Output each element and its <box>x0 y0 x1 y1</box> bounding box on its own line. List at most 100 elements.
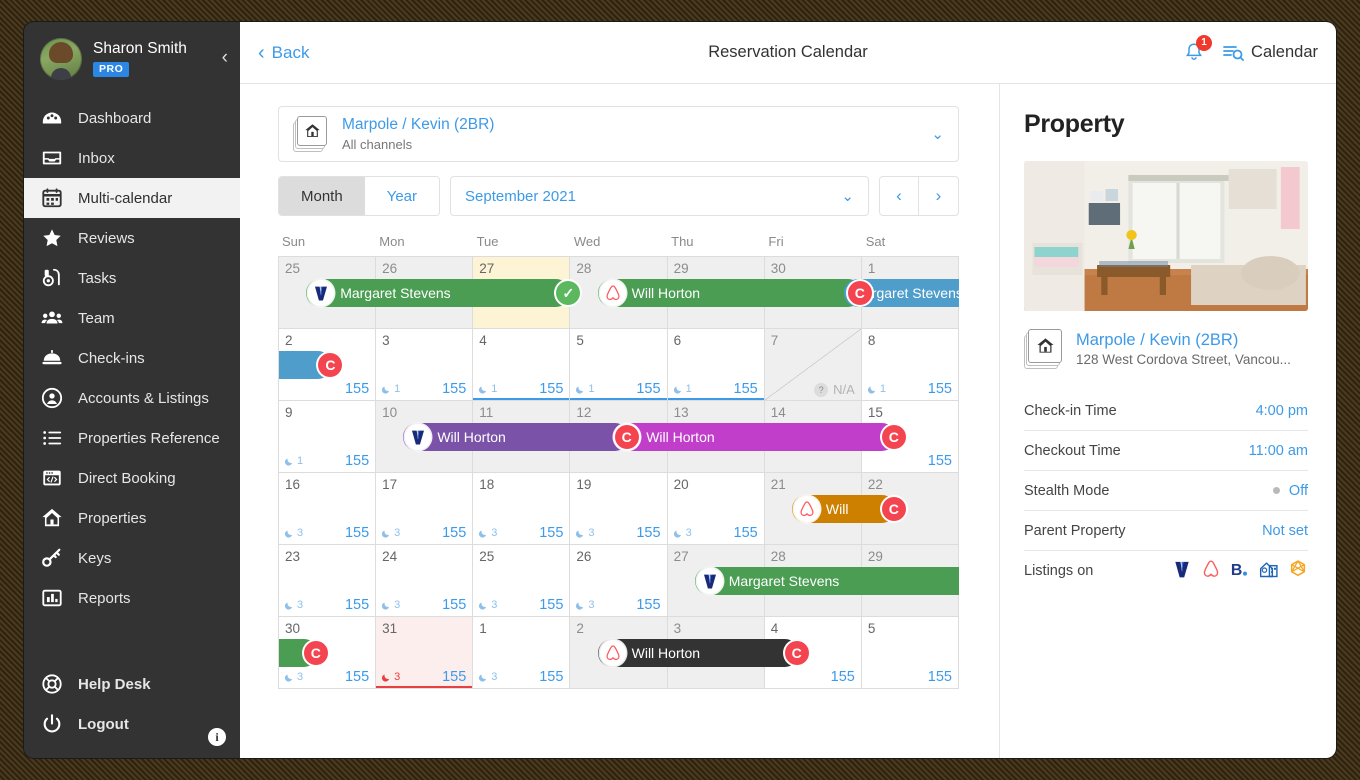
sidebar-item-properties-reference[interactable]: Properties Reference <box>24 418 240 458</box>
day-number: 15 <box>867 405 883 420</box>
calendar-day-cell[interactable]: 26 3 155 <box>570 545 668 617</box>
sidebar-item-multi-calendar[interactable]: Multi-calendar <box>24 178 240 218</box>
calendar-day-cell[interactable]: 9 1 155 <box>279 401 377 473</box>
calendar-day-cell[interactable]: 25 3 155 <box>473 545 571 617</box>
booking-bar[interactable]: Will Horton C <box>597 279 872 307</box>
property-stack-icon <box>1024 329 1064 369</box>
calendar-day-cell[interactable]: 5 155 <box>861 617 959 689</box>
question-icon: ? <box>814 382 829 397</box>
chevron-left-icon[interactable]: ‹ <box>222 48 228 67</box>
booking-bar[interactable]: Margaret Stevens <box>694 567 959 595</box>
booking-bar[interactable]: Will Horton C <box>403 423 639 451</box>
booking-bar[interactable]: Will Horton C <box>612 423 906 451</box>
moon-icon <box>382 530 390 538</box>
calendar-day-cell[interactable]: 3 1 155 <box>376 329 474 401</box>
calendar-day-cell[interactable]: 8 1 155 <box>861 329 959 401</box>
booking-com-icon[interactable]: B <box>1230 559 1250 583</box>
booking-bar[interactable]: Will Horton C <box>597 639 809 667</box>
homeaway-icon[interactable] <box>1259 559 1279 583</box>
property-detail-value[interactable]: 4:00 pm <box>1256 403 1308 419</box>
booking-endcap-checkout: C <box>784 641 809 665</box>
chevron-down-icon[interactable]: ⌄ <box>931 125 944 143</box>
sidebar-item-dashboard[interactable]: Dashboard <box>24 98 240 138</box>
stealth-mode-value[interactable]: Off <box>1272 483 1308 499</box>
sidebar-item-team[interactable]: Team <box>24 298 240 338</box>
nights-count: 1 <box>382 383 400 395</box>
booking-endcap-checkout: C <box>847 281 872 305</box>
airbnb-icon[interactable] <box>1201 559 1221 583</box>
calendar-day-cell[interactable]: 6 1 155 <box>667 329 765 401</box>
booking-bar[interactable]: Margaret Stevens ✓ <box>306 279 581 307</box>
day-number: 7 <box>770 333 779 348</box>
calendar-pane: Marpole / Kevin (2BR) All channels ⌄ Mon… <box>240 84 1000 758</box>
sidebar-item-reports[interactable]: Reports <box>24 578 240 618</box>
day-price: 155 <box>927 669 952 685</box>
booking-bar[interactable]: Will C <box>791 495 906 523</box>
calendar-day-cell[interactable]: 19 3 155 <box>570 473 668 545</box>
property-detail-value[interactable]: 11:00 am <box>1249 443 1308 459</box>
calendar-day-cell[interactable]: 1 3 155 <box>473 617 571 689</box>
property-identity[interactable]: Marpole / Kevin (2BR) 128 West Cordova S… <box>1024 329 1308 369</box>
booking-bar-body: Will Horton <box>597 279 862 307</box>
calendar-day-cell[interactable]: 18 3 155 <box>473 473 571 545</box>
day-price: 155 <box>442 381 467 397</box>
lifebuoy-icon <box>40 672 64 696</box>
moon-icon <box>382 386 390 394</box>
moon-icon <box>576 530 584 538</box>
back-button[interactable]: ‹ Back <box>258 43 309 63</box>
calendar-day-cell[interactable]: 23 3 155 <box>279 545 377 617</box>
day-price: 155 <box>733 381 758 397</box>
calendar-day-cell[interactable]: 24 3 155 <box>376 545 474 617</box>
airbnb-icon <box>793 496 820 522</box>
sidebar-item-label: Tasks <box>78 269 117 287</box>
sidebar-item-accounts-listings[interactable]: Accounts & Listings <box>24 378 240 418</box>
day-number: 19 <box>576 477 592 492</box>
sidebar-nav: Dashboard Inbox Multi-calendar Reviews Tasks… <box>24 98 240 618</box>
next-period-button[interactable]: › <box>919 176 959 216</box>
day-number: 10 <box>382 405 398 420</box>
sidebar-item-reviews[interactable]: Reviews <box>24 218 240 258</box>
calendar-day-cell[interactable]: 16 3 155 <box>279 473 377 545</box>
sidebar-item-help-desk[interactable]: Help Desk <box>24 664 240 704</box>
key-icon <box>40 546 64 570</box>
weekday-mon: Mon <box>379 234 405 249</box>
property-selector[interactable]: Marpole / Kevin (2BR) All channels ⌄ <box>278 106 959 162</box>
sidebar-item-inbox[interactable]: Inbox <box>24 138 240 178</box>
tab-year[interactable]: Year <box>364 177 440 215</box>
sidebar-item-check-ins[interactable]: Check-ins <box>24 338 240 378</box>
property-detail-value[interactable]: Not set <box>1262 523 1308 539</box>
calendar-view-button[interactable]: Calendar <box>1222 43 1318 63</box>
info-icon[interactable]: i <box>208 728 226 746</box>
tab-month[interactable]: Month <box>279 177 365 215</box>
sidebar-item-label: Reports <box>78 589 131 607</box>
sidebar-item-direct-booking[interactable]: Direct Booking <box>24 458 240 498</box>
notifications-button[interactable]: 1 <box>1182 34 1213 65</box>
period-select[interactable]: September 2021 ⌄ <box>450 176 869 216</box>
sidebar-item-tasks[interactable]: Tasks <box>24 258 240 298</box>
calendar-day-cell[interactable]: 4 1 155 <box>473 329 571 401</box>
vrbo-icon[interactable] <box>1172 559 1192 583</box>
day-number: 1 <box>479 621 487 636</box>
booking-bar[interactable]: C <box>279 639 328 667</box>
nights-count: 3 <box>285 599 303 611</box>
calendar-day-cell[interactable]: 5 1 155 <box>570 329 668 401</box>
expedia-icon[interactable] <box>1288 559 1308 583</box>
day-price: 155 <box>539 525 564 541</box>
calendar-day-cell[interactable]: 17 3 155 <box>376 473 474 545</box>
calendar-day-cell[interactable]: 31 3 155 <box>376 617 474 689</box>
booking-bar[interactable]: C <box>279 351 343 379</box>
avatar <box>40 38 82 80</box>
nights-count: 3 <box>479 671 497 683</box>
moon-icon <box>867 386 875 394</box>
status-dot <box>1272 487 1280 494</box>
day-price: 155 <box>927 381 952 397</box>
user-profile[interactable]: Sharon Smith PRO ‹ <box>24 22 240 94</box>
prev-period-button[interactable]: ‹ <box>879 176 919 216</box>
sidebar-item-properties[interactable]: Properties <box>24 498 240 538</box>
sidebar-item-keys[interactable]: Keys <box>24 538 240 578</box>
sidebar-item-label: Properties <box>78 509 147 527</box>
booking-endcap-checkout: C <box>303 641 328 665</box>
calendar-day-cell[interactable]: 7? N/A <box>764 329 862 401</box>
day-number: 17 <box>382 477 398 492</box>
calendar-day-cell[interactable]: 20 3 155 <box>667 473 765 545</box>
